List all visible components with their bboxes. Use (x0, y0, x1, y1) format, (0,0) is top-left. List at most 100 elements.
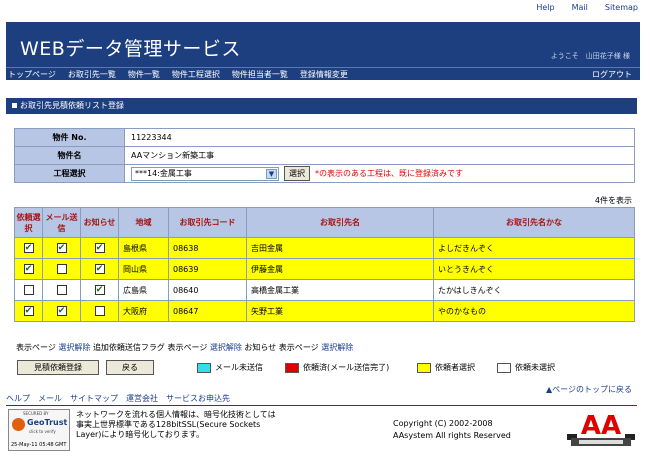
select-all-irai-link[interactable]: 選択 (58, 343, 74, 352)
header-kana: お取引先名かな (433, 207, 635, 238)
clear-notice-link[interactable]: 解除 (337, 343, 353, 352)
page-top-link[interactable]: ▲ページのトップに戻る (546, 384, 632, 395)
cell-region: 広島県 (118, 279, 169, 301)
footer-mail-link[interactable]: メール (38, 393, 62, 404)
cell-name: 高橋金属工業 (246, 279, 434, 301)
mail-link[interactable]: Mail (572, 3, 588, 12)
nav-process-select[interactable]: 物件工程選択 (172, 69, 220, 80)
notice-label: お知らせ 表示ページ (244, 343, 319, 352)
geotrust-seal[interactable]: SECURED BY GeoTrust click to verify 25-M… (8, 409, 70, 451)
cell-code: 08647 (168, 300, 247, 322)
irai-checkbox[interactable]: ✔ (23, 243, 34, 253)
table-row: ✔ ✔ ✔ 島根県 08638 吉田金属 よしだきんぞく (14, 237, 635, 259)
notice-checkbox[interactable]: ✔ (94, 243, 105, 253)
seal-date: 25-May-11 05:48 GMT (11, 442, 67, 448)
cell-name: 吉田金属 (246, 237, 434, 259)
header-banner: WEBデータ管理サービス ようこそ 山田花子様 様 トップページ お取引先一覧 … (6, 22, 640, 80)
table-row: ✔ 広島県 08640 高橋金属工業 たかはしきんぞく (14, 279, 635, 301)
notice-cell: ✔ (80, 258, 119, 280)
cell-code: 08640 (168, 279, 247, 301)
register-button[interactable]: 見積依頼登録 (17, 360, 99, 375)
select-all-mail-link[interactable]: 選択 (210, 343, 226, 352)
notice-checkbox[interactable]: ✔ (94, 264, 105, 274)
table-row: ✔ ✔ 大阪府 08647 矢野工業 やのかなもの (14, 300, 635, 322)
property-name-label: 物件名 (14, 146, 125, 165)
section-title-text: お取引先見積依頼リスト登録 (20, 101, 124, 110)
notice-checkbox[interactable]: ✔ (94, 285, 105, 295)
irai-checkbox[interactable]: ✔ (23, 306, 34, 316)
header-name: お取引先名 (246, 207, 434, 238)
footer-company-link[interactable]: 運営会社 (126, 393, 158, 404)
cell-code: 08639 (168, 258, 247, 280)
geotrust-logo-icon (12, 418, 25, 431)
legend-label-sent: 依頼済(メール送信完了) (303, 363, 390, 372)
mail-checkbox[interactable] (56, 285, 67, 295)
legend-label-unsent: メール未送信 (215, 363, 263, 372)
nav-staff[interactable]: 物件担当者一覧 (232, 69, 288, 80)
cell-kana: いとうきんぞく (433, 258, 635, 280)
mail-checkbox[interactable]: ✔ (56, 243, 67, 253)
cell-region: 岡山県 (118, 258, 169, 280)
cell-kana: たかはしきんぞく (433, 279, 635, 301)
irai-checkbox[interactable]: ✔ (23, 264, 34, 274)
footer-signup-link[interactable]: サービスお申込先 (166, 393, 230, 404)
user-greeting: ようこそ 山田花子様 様 (550, 52, 630, 60)
chevron-down-icon: ▼ (266, 168, 277, 179)
table-header-row: 依頼選択 メール送信 お知らせ 地域 お取引先コード お取引先名 お取引先名かな (14, 207, 635, 238)
cell-name: 矢野工業 (246, 300, 434, 322)
nav-account-edit[interactable]: 登録情報変更 (300, 69, 348, 80)
notice-cell: ✔ (80, 279, 119, 301)
process-cell: ***14:金属工事 ▼ 選択 *の表示のある工程は、既に登録済みです (124, 164, 635, 183)
ssl-notice: ネットワークを流れる個人情報は、暗号化技術としては事実上世界標準である128bi… (76, 410, 276, 439)
square-bullet-icon (12, 103, 17, 108)
irai-checkbox[interactable] (23, 285, 34, 295)
clear-mail-link[interactable]: 解除 (226, 343, 242, 352)
aa-logo: AA (567, 411, 635, 446)
logout-link[interactable]: ログアウト (592, 69, 632, 80)
nav-top-page[interactable]: トップページ (8, 69, 56, 80)
cell-code: 08638 (168, 237, 247, 259)
legend-label-unselected: 依頼未選択 (515, 363, 555, 372)
irai-cell: ✔ (14, 300, 43, 322)
notice-cell: ✔ (80, 237, 119, 259)
bulk-select-links: 表示ページ 選択解除 追加依頼送信フラグ 表示ページ 選択解除 お知らせ 表示ペ… (16, 342, 353, 353)
seal-name: GeoTrust (27, 418, 68, 427)
legend-selected: 依頼者選択 (417, 362, 475, 373)
notice-checkbox[interactable] (94, 306, 105, 316)
nav-properties[interactable]: 物件一覧 (128, 69, 160, 80)
legend-unselected: 依頼未選択 (497, 362, 555, 373)
select-button[interactable]: 選択 (284, 166, 310, 181)
nav-partners[interactable]: お取引先一覧 (68, 69, 116, 80)
legend-swatch-white (497, 362, 511, 373)
registered-note: *の表示のある工程は、既に登録済みです (315, 169, 463, 178)
select-all-notice-link[interactable]: 選択 (321, 343, 337, 352)
process-select[interactable]: ***14:金属工事 ▼ (131, 166, 279, 181)
process-select-value: ***14:金属工事 (135, 168, 192, 178)
mail-checkbox[interactable]: ✔ (56, 306, 67, 316)
mail-cell: ✔ (42, 300, 81, 322)
header-notice: お知らせ (80, 207, 119, 238)
process-label: 工程選択 (14, 164, 125, 183)
mail-checkbox[interactable] (56, 264, 67, 274)
legend-label-selected: 依頼者選択 (435, 363, 475, 372)
back-button[interactable]: 戻る (106, 360, 154, 375)
seal-click: click to verify (29, 429, 56, 434)
irai-cell: ✔ (14, 258, 43, 280)
mail-cell (42, 279, 81, 301)
help-link[interactable]: Help (536, 3, 554, 12)
cell-kana: やのかなもの (433, 300, 635, 322)
display-page-label: 表示ページ (16, 343, 56, 352)
cell-region: 島根県 (118, 237, 169, 259)
top-links: Help Mail Sitemap (536, 3, 638, 12)
header-code: お取引先コード (168, 207, 247, 238)
cell-name: 伊藤金属 (246, 258, 434, 280)
sitemap-link[interactable]: Sitemap (605, 3, 638, 12)
copyright-line2: AAsystem All rights Reserved (393, 431, 511, 440)
copyright-line1: Copyright (C) 2002-2008 (393, 419, 493, 428)
clear-irai-link[interactable]: 解除 (74, 343, 90, 352)
partner-table: 依頼選択 メール送信 お知らせ 地域 お取引先コード お取引先名 お取引先名かな… (14, 207, 635, 322)
table-row: ✔ ✔ 岡山県 08639 伊藤金属 いとうきんぞく (14, 258, 635, 280)
footer-help-link[interactable]: ヘルプ (6, 393, 30, 404)
cell-region: 大阪府 (118, 300, 169, 322)
footer-sitemap-link[interactable]: サイトマップ (70, 393, 118, 404)
